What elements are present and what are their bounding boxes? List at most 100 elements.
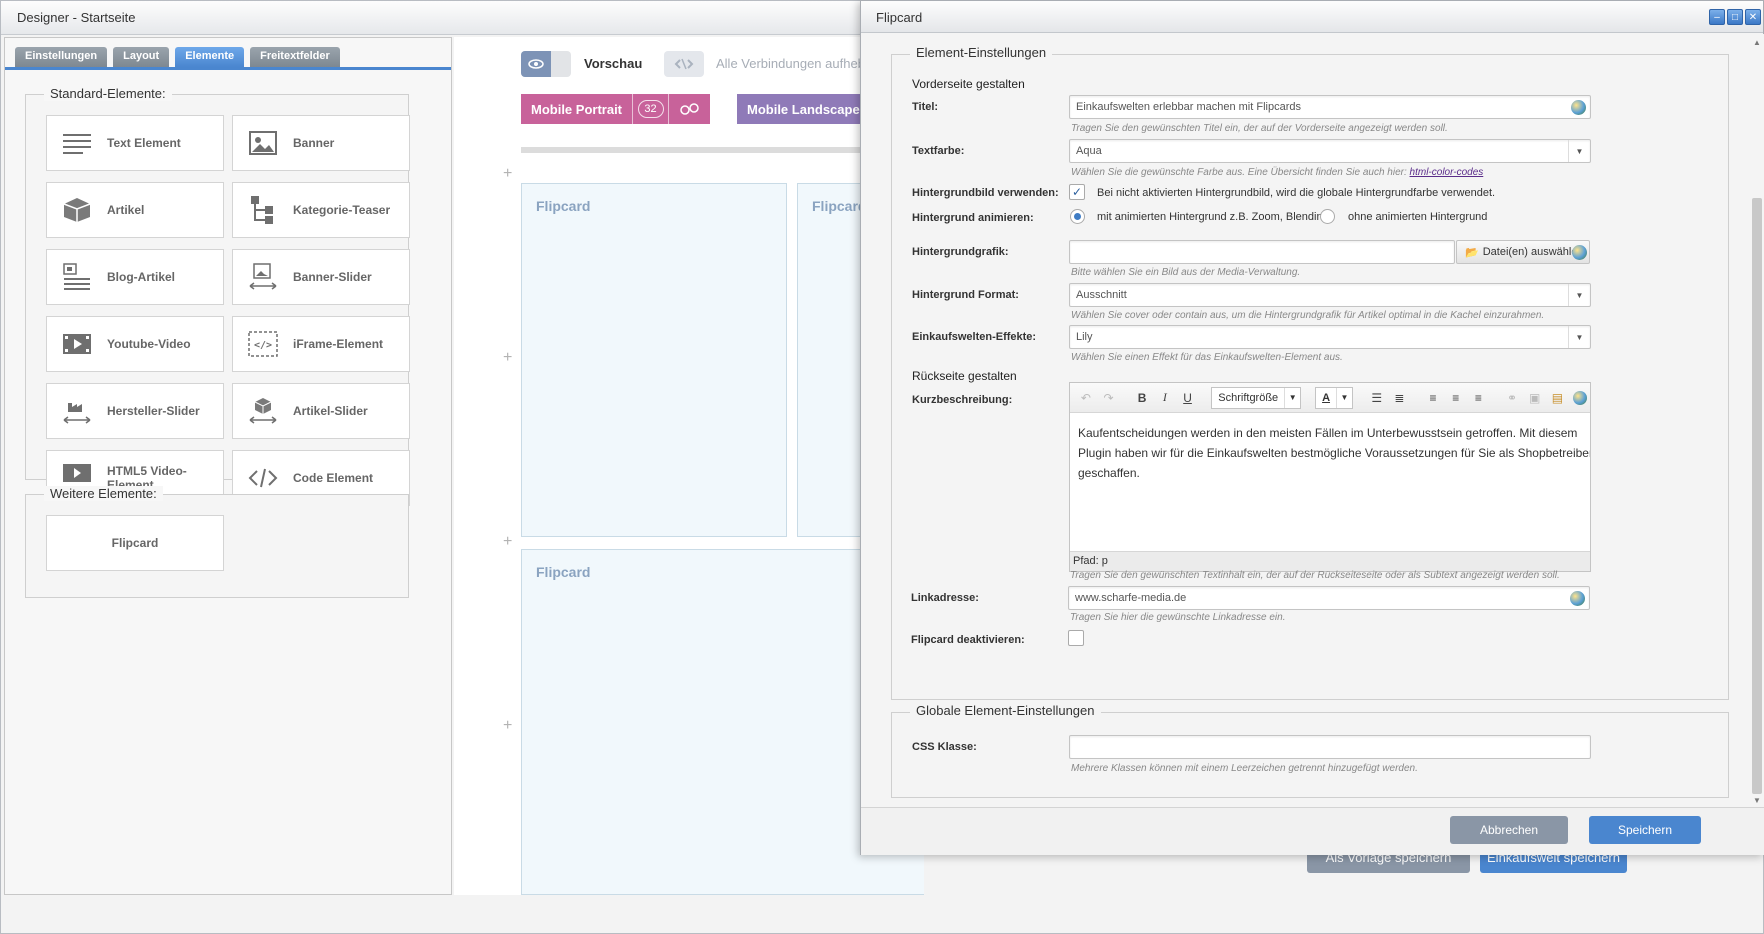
element-label: Artikel — [107, 203, 145, 217]
underline-icon[interactable]: U — [1178, 388, 1198, 408]
bg-graphic-input[interactable] — [1069, 240, 1455, 264]
link-label: Linkadresse: — [911, 592, 979, 604]
globe-icon[interactable] — [1571, 100, 1586, 115]
bgimage-checkbox[interactable]: ✓ — [1069, 184, 1085, 200]
element-artikel-slider[interactable]: Artikel-Slider — [232, 383, 410, 439]
weitere-elements-legend: Weitere Elemente: — [44, 486, 163, 501]
cancel-button[interactable]: Abbrechen — [1450, 816, 1568, 844]
align-right-icon[interactable]: ≡ — [1469, 388, 1489, 408]
element-iframe[interactable]: </> iFrame-Element — [232, 316, 410, 372]
element-artikel[interactable]: Artikel — [46, 182, 224, 238]
tab-elemente[interactable]: Elemente — [175, 47, 245, 67]
editor-content[interactable]: Kaufentscheidungen werden in den meisten… — [1070, 413, 1590, 551]
align-center-icon[interactable]: ≡ — [1446, 388, 1466, 408]
element-text[interactable]: Text Element — [46, 115, 224, 171]
media-icon[interactable]: ▤ — [1548, 388, 1568, 408]
close-icon[interactable]: ✕ — [1745, 9, 1761, 25]
flipcard-slot-label: Flipcard — [536, 198, 591, 214]
element-flipcard[interactable]: Flipcard — [46, 515, 224, 571]
short-desc-hint: Tragen Sie den gewünschten Textinhalt ei… — [1070, 570, 1560, 581]
unlink-all-button[interactable]: Alle Verbindungen aufheben — [716, 56, 879, 71]
preview-toggle[interactable] — [521, 51, 571, 77]
eye-icon — [521, 51, 551, 77]
align-left-icon[interactable]: ≡ — [1423, 388, 1443, 408]
maximize-icon[interactable]: □ — [1727, 9, 1743, 25]
element-banner-slider[interactable]: Banner-Slider — [232, 249, 410, 305]
designer-canvas: Vorschau Alle Verbindungen aufheben Mobi… — [454, 37, 924, 895]
element-settings-legend: Element-Einstellungen — [910, 45, 1053, 60]
css-class-label: CSS Klasse: — [912, 741, 977, 753]
image-icon[interactable]: ▣ — [1525, 388, 1545, 408]
title-value: Einkaufswelten erlebbar machen mit Flipc… — [1076, 101, 1301, 113]
flipcard-dialog: Flipcard – □ ✕ ▲ ▼ Element-Einstellungen… — [860, 0, 1764, 855]
short-desc-editor: ↶ ↷ B I U Schriftgröße ▼ A ▼ ☰ ≣ ≡ ≡ ≡ ⚭… — [1069, 382, 1591, 572]
animate-off-radio[interactable] — [1320, 209, 1335, 224]
deactivate-checkbox[interactable] — [1068, 630, 1084, 646]
dialog-title: Flipcard — [876, 10, 923, 25]
globe-icon[interactable] — [1570, 388, 1590, 408]
element-blog-artikel[interactable]: Blog-Artikel — [46, 249, 224, 305]
standard-elements-group: Standard-Elemente: Text Element Banner A… — [25, 86, 410, 506]
link-icon[interactable] — [668, 94, 710, 124]
undo-icon[interactable]: ↶ — [1076, 388, 1096, 408]
bullet-list-icon[interactable]: ☰ — [1367, 388, 1387, 408]
minimize-icon[interactable]: – — [1709, 9, 1725, 25]
code-icon — [247, 462, 279, 494]
textcolor-hint: Wählen Sie die gewünschte Farbe aus. Ein… — [1071, 167, 1483, 178]
add-row-icon[interactable]: + — [503, 533, 512, 551]
svg-text:</>: </> — [254, 340, 272, 351]
font-size-select[interactable]: Schriftgröße ▼ — [1211, 386, 1302, 409]
font-color-select[interactable]: A ▼ — [1315, 386, 1354, 409]
select-files-button[interactable]: 📂 Datei(en) auswählen — [1456, 240, 1590, 264]
weitere-elements-group: Weitere Elemente: Flipcard — [25, 486, 409, 598]
element-youtube-video[interactable]: Youtube-Video — [46, 316, 224, 372]
link-icon[interactable]: ⚭ — [1502, 388, 1522, 408]
italic-icon[interactable]: I — [1155, 388, 1175, 408]
device-mobile-portrait[interactable]: Mobile Portrait 32 — [521, 94, 711, 124]
globe-icon[interactable] — [1570, 591, 1585, 606]
element-banner[interactable]: Banner — [232, 115, 410, 171]
element-kategorie-teaser[interactable]: Kategorie-Teaser — [232, 182, 410, 238]
animate-on-radio[interactable] — [1070, 209, 1085, 224]
global-settings-fieldset: Globale Element-Einstellungen CSS Klasse… — [891, 703, 1729, 798]
redo-icon[interactable]: ↷ — [1099, 388, 1119, 408]
tab-einstellungen[interactable]: Einstellungen — [15, 47, 108, 67]
font-size-label: Schriftgröße — [1218, 391, 1279, 404]
title-input[interactable]: Einkaufswelten erlebbar machen mit Flipc… — [1069, 95, 1591, 119]
save-button[interactable]: Speichern — [1589, 816, 1701, 844]
textcolor-select[interactable]: Aqua ▼ — [1069, 139, 1591, 163]
effects-label: Einkaufswelten-Effekte: — [912, 331, 1037, 343]
front-section-title: Vorderseite gestalten — [912, 77, 1025, 91]
flipcard-slot[interactable]: Flipcard — [521, 183, 787, 537]
bg-format-select[interactable]: Ausschnitt ▼ — [1069, 283, 1591, 307]
numbered-list-icon[interactable]: ≣ — [1390, 388, 1410, 408]
tab-layout[interactable]: Layout — [113, 47, 170, 67]
bold-icon[interactable]: B — [1132, 388, 1152, 408]
unlink-icon[interactable] — [664, 51, 704, 77]
editor-line: Plugin haben wir für die Einkaufswelten … — [1078, 446, 1591, 460]
scroll-up-icon[interactable]: ▲ — [1751, 38, 1763, 50]
bg-format-hint: Wählen Sie cover oder contain aus, um di… — [1071, 310, 1545, 321]
element-label: Artikel-Slider — [293, 404, 368, 418]
dialog-scrollbar[interactable]: ▲ ▼ — [1751, 38, 1763, 807]
link-input[interactable]: www.scharfe-media.de — [1068, 586, 1590, 610]
element-label: Text Element — [107, 136, 181, 150]
html-color-codes-link[interactable]: html-color-codes — [1410, 167, 1484, 178]
add-row-icon[interactable]: + — [503, 165, 512, 183]
tab-freitextfelder[interactable]: Freitextfelder — [250, 47, 340, 67]
scrollbar-thumb[interactable] — [1752, 198, 1762, 794]
add-row-icon[interactable]: + — [503, 349, 512, 367]
scroll-down-icon[interactable]: ▼ — [1751, 796, 1763, 807]
element-label: Blog-Artikel — [107, 270, 176, 284]
chevron-down-icon: ▼ — [1568, 326, 1590, 348]
element-label: Banner — [293, 136, 335, 150]
image-slider-icon — [247, 261, 279, 293]
add-row-icon[interactable]: + — [503, 717, 512, 735]
textcolor-value: Aqua — [1076, 145, 1102, 157]
element-hersteller-slider[interactable]: Hersteller-Slider — [46, 383, 224, 439]
css-class-input[interactable] — [1069, 735, 1591, 759]
effects-select[interactable]: Lily ▼ — [1069, 325, 1591, 349]
editor-line: geschaffen. — [1078, 466, 1140, 480]
video-icon — [61, 328, 93, 360]
link-value: www.scharfe-media.de — [1075, 592, 1187, 604]
